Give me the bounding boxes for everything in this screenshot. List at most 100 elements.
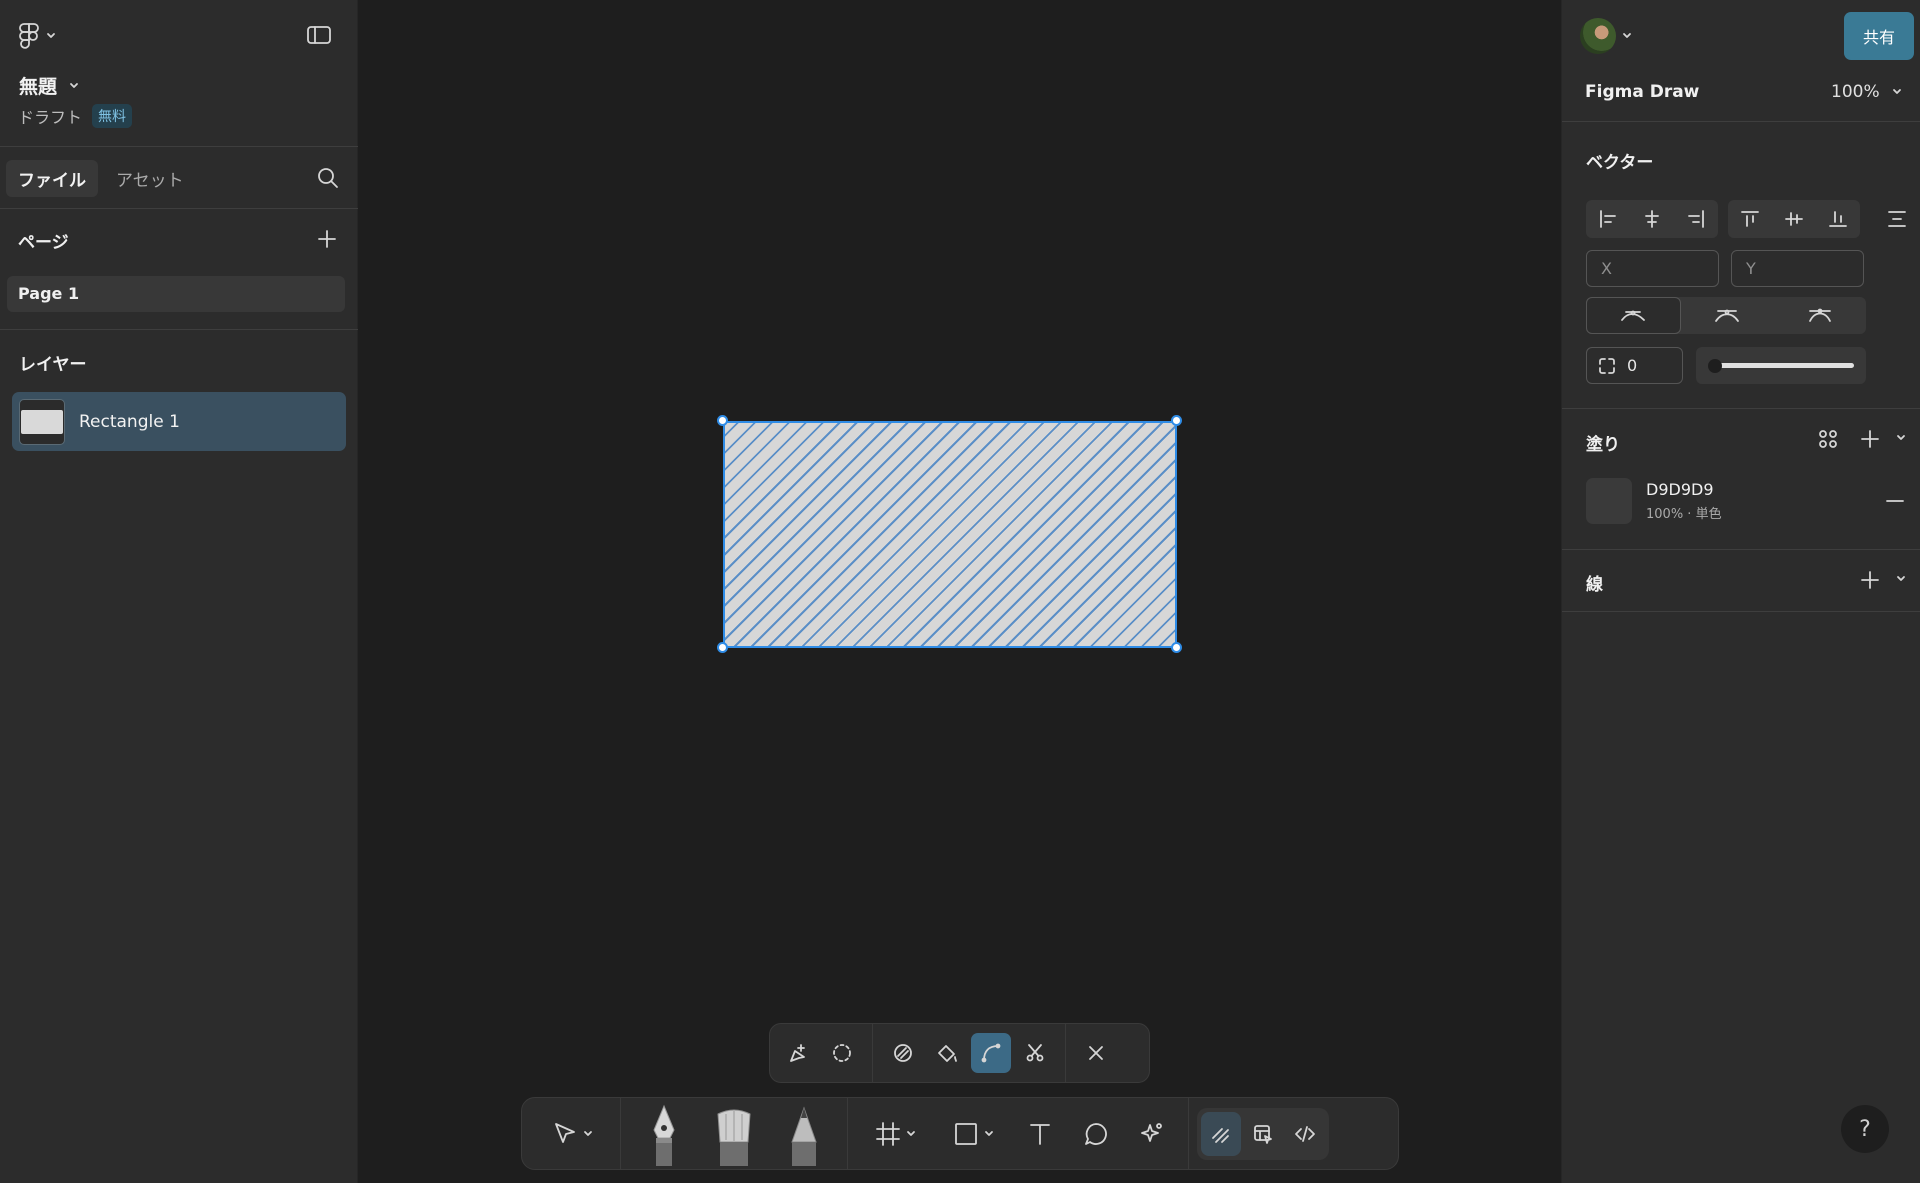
distribute-button[interactable] <box>1886 208 1908 230</box>
corner-radius-value: 0 <box>1627 356 1638 375</box>
draw-mode-icon <box>1209 1122 1233 1146</box>
align-top-button[interactable] <box>1728 200 1772 238</box>
stroke-options-button[interactable] <box>1896 575 1906 583</box>
frame-icon <box>874 1120 902 1148</box>
lasso-button[interactable] <box>822 1033 862 1073</box>
actions-icon <box>1138 1120 1166 1148</box>
divider <box>1562 549 1920 550</box>
align-bottom-button[interactable] <box>1816 200 1860 238</box>
resize-handle-bottom-right[interactable] <box>1171 642 1182 653</box>
add-stroke-button[interactable] <box>1859 569 1881 591</box>
brush-tool-button[interactable] <box>699 1100 769 1168</box>
corner-radius-icon <box>1597 356 1617 376</box>
add-point-icon <box>786 1041 810 1065</box>
right-panel: 共有 Figma Draw 100% ベクター X Y 0 塗り D9D9D9 … <box>1561 0 1920 1183</box>
actions-button[interactable] <box>1124 1109 1180 1159</box>
tab-assets[interactable]: アセット <box>104 160 196 197</box>
page-item[interactable]: Page 1 <box>7 276 345 312</box>
paint-bucket-button[interactable] <box>927 1033 967 1073</box>
frame-tool-button[interactable] <box>856 1109 934 1159</box>
figma-logo-icon <box>18 22 40 50</box>
text-icon <box>1026 1120 1054 1148</box>
shape-builder-icon <box>891 1041 915 1065</box>
chevron-down-icon <box>69 82 79 90</box>
align-top-icon <box>1739 208 1761 230</box>
fill-hex-value[interactable]: D9D9D9 <box>1646 480 1714 499</box>
layer-name: Rectangle 1 <box>79 411 180 432</box>
align-left-button[interactable] <box>1586 200 1630 238</box>
user-avatar-button[interactable] <box>1580 18 1632 54</box>
chevron-down-icon <box>583 1130 593 1138</box>
text-tool-button[interactable] <box>1012 1109 1068 1159</box>
resize-handle-top-left[interactable] <box>717 415 728 426</box>
resize-handle-top-right[interactable] <box>1171 415 1182 426</box>
canvas[interactable] <box>359 0 1561 1183</box>
add-fill-button[interactable] <box>1859 428 1881 450</box>
align-center-button[interactable] <box>1630 200 1674 238</box>
stroke-section-title: 線 <box>1586 575 1603 595</box>
divider <box>872 1023 873 1083</box>
bend-icon <box>979 1041 1003 1065</box>
distribute-icon <box>1886 208 1908 230</box>
fill-options-button[interactable] <box>1896 434 1906 442</box>
toggle-sidebar-button[interactable] <box>306 24 332 46</box>
divider <box>1562 408 1920 409</box>
divider <box>1188 1097 1189 1170</box>
brush-icon <box>712 1102 756 1166</box>
pen-tool-button[interactable] <box>629 1100 699 1168</box>
zoom-dropdown[interactable]: 100% <box>1831 82 1902 102</box>
align-bottom-icon <box>1827 208 1849 230</box>
chevron-down-icon <box>1896 434 1906 442</box>
move-icon <box>551 1120 579 1148</box>
slider-knob[interactable] <box>1708 359 1722 373</box>
divider <box>1065 1023 1066 1083</box>
search-button[interactable] <box>316 166 340 190</box>
pen-icon <box>642 1102 686 1166</box>
y-position-field[interactable]: Y <box>1731 250 1864 287</box>
mirror-angle-button[interactable] <box>1681 297 1774 334</box>
plan-badge[interactable]: 無料 <box>92 104 133 128</box>
align-middle-button[interactable] <box>1772 200 1816 238</box>
handle-mirroring-group <box>1586 297 1866 334</box>
draft-label[interactable]: ドラフト <box>18 104 82 128</box>
align-center-icon <box>1641 208 1663 230</box>
draw-mode-button[interactable] <box>1201 1111 1241 1156</box>
align-right-button[interactable] <box>1674 200 1718 238</box>
fill-color-swatch[interactable] <box>1586 478 1632 524</box>
no-mirroring-button[interactable] <box>1586 297 1681 334</box>
help-button[interactable]: ? <box>1841 1105 1889 1153</box>
resize-handle-bottom-left[interactable] <box>717 642 728 653</box>
pencil-tool-button[interactable] <box>769 1100 839 1168</box>
comment-tool-button[interactable] <box>1068 1109 1124 1159</box>
corner-radius-slider[interactable] <box>1696 347 1866 384</box>
tab-file[interactable]: ファイル <box>6 160 98 197</box>
selected-rectangle[interactable] <box>723 421 1177 648</box>
mirror-angle-length-button[interactable] <box>1773 297 1866 334</box>
add-point-button[interactable] <box>778 1033 818 1073</box>
file-title-text: 無題 <box>19 76 58 98</box>
draft-row: ドラフト 無料 <box>18 104 133 128</box>
left-tabs: ファイル アセット <box>6 160 196 197</box>
design-mode-button[interactable] <box>1243 1112 1283 1156</box>
pages-title: ページ <box>18 233 69 253</box>
no-mirroring-icon <box>1618 306 1648 326</box>
shape-builder-button[interactable] <box>883 1033 923 1073</box>
cut-button[interactable] <box>1015 1033 1055 1073</box>
file-title[interactable]: 無題 <box>19 72 79 99</box>
remove-fill-button[interactable] <box>1884 490 1906 512</box>
corner-radius-field[interactable]: 0 <box>1586 347 1683 384</box>
layer-item[interactable]: Rectangle 1 <box>12 392 346 451</box>
move-tool-button[interactable] <box>532 1109 612 1159</box>
close-vector-edit-button[interactable] <box>1076 1033 1116 1073</box>
styles-button[interactable] <box>1817 428 1839 450</box>
divider <box>847 1097 848 1170</box>
layers-title: レイヤー <box>19 355 87 375</box>
sidebar-icon <box>306 24 332 46</box>
rectangle-tool-button[interactable] <box>934 1109 1012 1159</box>
add-page-button[interactable] <box>316 228 338 250</box>
x-position-field[interactable]: X <box>1586 250 1719 287</box>
share-button[interactable]: 共有 <box>1844 12 1914 60</box>
bend-button[interactable] <box>971 1033 1011 1073</box>
main-menu-button[interactable] <box>18 22 56 50</box>
dev-mode-button[interactable] <box>1285 1112 1325 1156</box>
